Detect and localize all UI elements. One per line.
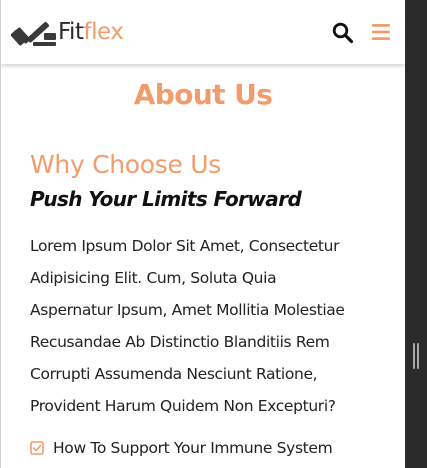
navbar: Fitflex — [1, 0, 405, 64]
page: Fitflex About Us Why Choose Us Push Your… — [0, 0, 427, 468]
description-line: Provident Harum Quidem Non Excepturi? — [30, 397, 336, 415]
search-button[interactable] — [332, 22, 354, 44]
menu-button[interactable] — [371, 23, 391, 41]
brand-name-fit: Fit — [58, 19, 84, 45]
browser-viewport: Fitflex About Us Why Choose Us Push Your… — [0, 0, 405, 468]
brand-logo-link[interactable]: Fitflex — [11, 14, 124, 50]
checklist-item-label: How To Support Your Immune System — [53, 439, 333, 457]
description-line: Aspernatur Ipsum, Amet Mollitia Molestia… — [30, 301, 345, 319]
checklist-item: How To Support Your Immune System — [30, 436, 333, 460]
hamburger-menu-icon — [372, 24, 390, 40]
brand-name: Fitflex — [58, 14, 124, 50]
grip-line — [413, 343, 415, 369]
dumbbell-icon — [11, 21, 56, 46]
page-title: About Us — [133, 78, 273, 111]
description-line: Recusandae Ab Distinctio Blanditiis Rem — [30, 333, 330, 351]
scrollbar-grip-icon[interactable] — [413, 343, 419, 369]
section-subtitle: Why Choose Us — [30, 150, 221, 179]
about-description: Lorem Ipsum Dolor Sit Amet, Consectetur … — [30, 230, 380, 422]
section-tagline: Push Your Limits Forward — [30, 187, 302, 211]
grip-line — [417, 343, 419, 369]
description-line: Corrupti Assumenda Nesciunt Ratione, — [30, 365, 318, 383]
description-line: Lorem Ipsum Dolor Sit Amet, Consectetur — [30, 237, 340, 255]
feature-checklist: How To Support Your Immune System — [30, 436, 333, 460]
brand-name-flex: flex — [83, 19, 124, 45]
checkbox-checked-icon — [30, 441, 44, 455]
search-icon — [332, 22, 354, 44]
description-line: Adipisicing Elit. Cum, Soluta Quia — [30, 269, 277, 287]
scrollbar[interactable] — [405, 0, 427, 468]
